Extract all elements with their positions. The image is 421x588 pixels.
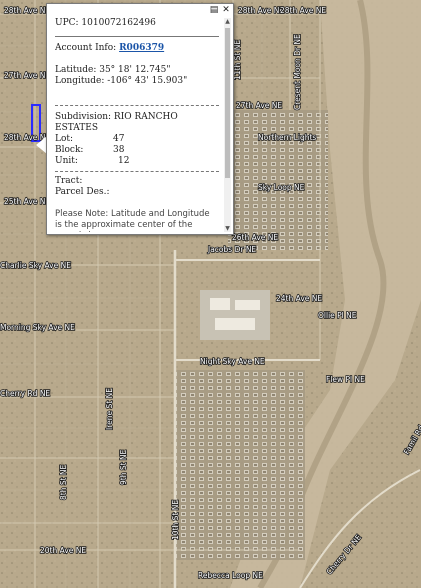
- label-northern-lights: Northern Lights: [258, 133, 316, 142]
- label-charlie-sky: Charlie Sky Ave NE: [0, 261, 71, 270]
- label-24th-ave: 24th Ave NE: [276, 294, 322, 303]
- label-28th-ave-mid: 28th Ave NE: [238, 6, 284, 15]
- maximize-icon[interactable]: ▤: [209, 5, 219, 15]
- label-27th-ave-right: 27th Ave NE: [236, 101, 282, 110]
- label-8th-st: 8th St NE: [59, 464, 68, 500]
- subdivision-north: [228, 110, 328, 250]
- label-25th-ave-left: 25th Ave NE: [4, 197, 50, 206]
- label-flew: Flew Pl NE: [326, 375, 365, 384]
- label-cresent-moon: Cresent Moon Dr NE: [293, 34, 302, 110]
- subdivision-text: Subdivision: RIO RANCHO ESTATES: [55, 112, 178, 133]
- lot-row: Lot: 47: [55, 134, 125, 144]
- label-20th-ave: 20th Ave NE: [40, 546, 86, 555]
- label-9th-st: 9th St NE: [119, 449, 128, 485]
- longitude-text: Longitude: -106° 43' 15.903": [55, 76, 188, 86]
- label-11th-st: 11th St NE: [233, 40, 242, 80]
- scroll-thumb[interactable]: [225, 28, 230, 178]
- unit-row: Unit: 12: [55, 156, 130, 166]
- subdivision-south: [175, 370, 305, 560]
- label-sky-loop: Sky Loop NE: [258, 183, 305, 192]
- account-link[interactable]: R006379: [119, 43, 164, 53]
- label-rebecca-loop: Rebecca Loop NE: [198, 571, 263, 580]
- school-site: [200, 290, 270, 340]
- label-morning-sky: Morning Sky Ave NE: [0, 323, 75, 332]
- scroll-down-icon[interactable]: ▼: [224, 225, 231, 232]
- coordinates-note: Please Note: Latitude and Longitude is t…: [55, 209, 210, 232]
- label-ollie: Ollie Pl NE: [318, 311, 357, 320]
- account-info: Account Info: R006379: [55, 43, 219, 54]
- label-night-sky: Night Sky Ave NE: [200, 357, 265, 366]
- label-26th-ave: 26th Ave NE: [232, 233, 278, 242]
- divider: [55, 171, 219, 172]
- close-icon[interactable]: ✕: [221, 5, 231, 15]
- parcel-info-popup: ▤ ✕ UPC: 1010072162496 Account Info: R00…: [46, 3, 234, 235]
- upc-text: UPC: 1010072162496: [55, 18, 156, 28]
- popup-scrollbar[interactable]: ▲ ▼: [224, 18, 231, 232]
- label-irene: Irene St NE: [105, 388, 114, 430]
- popup-titlebar: ▤ ✕: [47, 4, 233, 16]
- divider: [55, 36, 219, 37]
- label-10th-st: 10th St NE: [171, 500, 180, 540]
- tract-text: Tract:: [55, 176, 83, 186]
- account-label: Account Info:: [55, 43, 117, 53]
- label-jacobs: Jacobs Dr NE: [207, 245, 256, 254]
- scroll-up-icon[interactable]: ▲: [224, 18, 231, 25]
- label-28th-ave-left: 28th Ave NE: [4, 6, 50, 15]
- latitude-text: Latitude: 35° 18' 12.745": [55, 65, 171, 75]
- block-row: Block: 38: [55, 145, 125, 155]
- popup-content: UPC: 1010072162496 Account Info: R006379…: [55, 18, 219, 232]
- divider: [55, 105, 219, 106]
- label-27th-ave-left: 27th Ave NE: [4, 71, 50, 80]
- parcel-des-text: Parcel Des.:: [55, 187, 110, 197]
- label-28th-ave-right: 28th Ave NE: [280, 6, 326, 15]
- label-cherry-rd: Cherry Rd NE: [0, 389, 50, 398]
